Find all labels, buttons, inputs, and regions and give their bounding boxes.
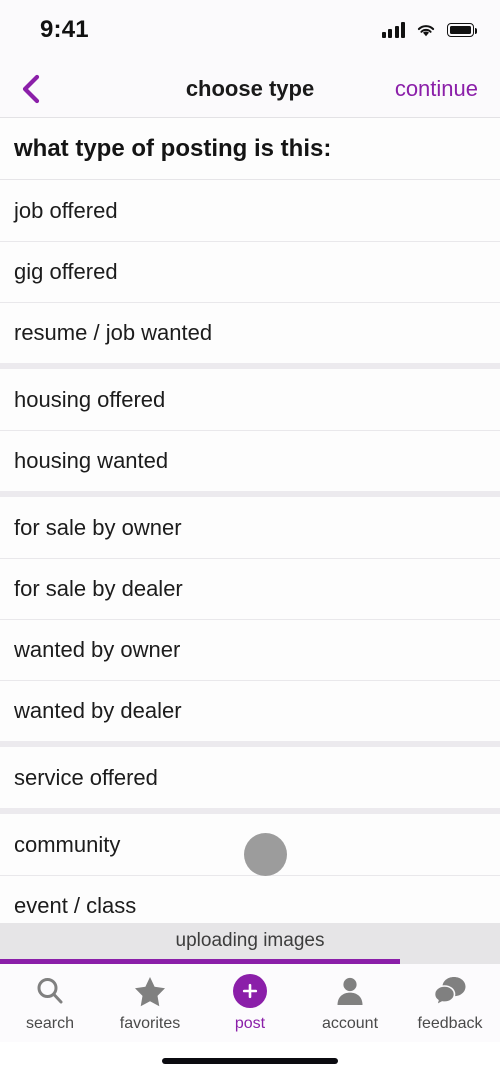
posting-group-sale: for sale by owner for sale by dealer wan…: [0, 491, 500, 741]
list-item[interactable]: resume / job wanted: [0, 302, 500, 363]
plus-circle-icon: [233, 972, 267, 1010]
list-item[interactable]: housing wanted: [0, 430, 500, 491]
cellular-signal-icon: [381, 22, 405, 38]
section-header: what type of posting is this:: [0, 118, 500, 180]
star-icon: [133, 972, 167, 1010]
list-item[interactable]: job offered: [0, 180, 500, 241]
tab-label: account: [321, 1015, 379, 1032]
list-item[interactable]: wanted by dealer: [0, 680, 500, 741]
list-item[interactable]: service offered: [0, 747, 500, 808]
posting-group-community: community event / class: [0, 808, 500, 923]
list-item[interactable]: wanted by owner: [0, 619, 500, 680]
back-button[interactable]: [0, 60, 62, 117]
tab-label: search: [25, 1015, 75, 1032]
app-screen: 9:41 choose type continue what type of p…: [0, 0, 500, 1080]
status-time: 9:41: [40, 16, 89, 43]
posting-group-jobs: job offered gig offered resume / job wan…: [0, 180, 500, 363]
upload-status-text: uploading images: [175, 930, 325, 951]
search-icon: [34, 972, 66, 1010]
list-item[interactable]: for sale by owner: [0, 497, 500, 558]
tab-bar: search favorites post account feedback: [0, 964, 500, 1042]
list-item[interactable]: for sale by dealer: [0, 558, 500, 619]
status-bar: 9:41: [0, 0, 500, 60]
upload-status-bar: uploading images: [0, 923, 500, 959]
posting-group-service: service offered: [0, 741, 500, 808]
speech-bubbles-icon: [433, 972, 467, 1010]
chevron-left-icon: [20, 73, 42, 105]
list-item[interactable]: housing offered: [0, 369, 500, 430]
battery-full-icon: [447, 23, 478, 37]
home-indicator-area: [0, 1042, 500, 1080]
tab-favorites[interactable]: favorites: [100, 972, 200, 1033]
tab-search[interactable]: search: [0, 972, 100, 1033]
status-icons: [381, 22, 478, 38]
tab-label: feedback: [417, 1015, 483, 1032]
wifi-icon: [415, 22, 437, 38]
nav-bar: choose type continue: [0, 60, 500, 118]
tab-post[interactable]: post: [200, 972, 300, 1033]
person-icon: [334, 972, 366, 1010]
posting-group-housing: housing offered housing wanted: [0, 363, 500, 491]
tab-label: favorites: [119, 1015, 181, 1032]
posting-type-list: job offered gig offered resume / job wan…: [0, 180, 500, 923]
list-item[interactable]: community: [0, 814, 500, 875]
tab-feedback[interactable]: feedback: [400, 972, 500, 1033]
list-item[interactable]: event / class: [0, 875, 500, 923]
continue-button[interactable]: continue: [395, 76, 478, 102]
tab-account[interactable]: account: [300, 972, 400, 1033]
list-item[interactable]: gig offered: [0, 241, 500, 302]
tab-label: post: [234, 1015, 266, 1032]
home-indicator-bar: [162, 1058, 338, 1064]
